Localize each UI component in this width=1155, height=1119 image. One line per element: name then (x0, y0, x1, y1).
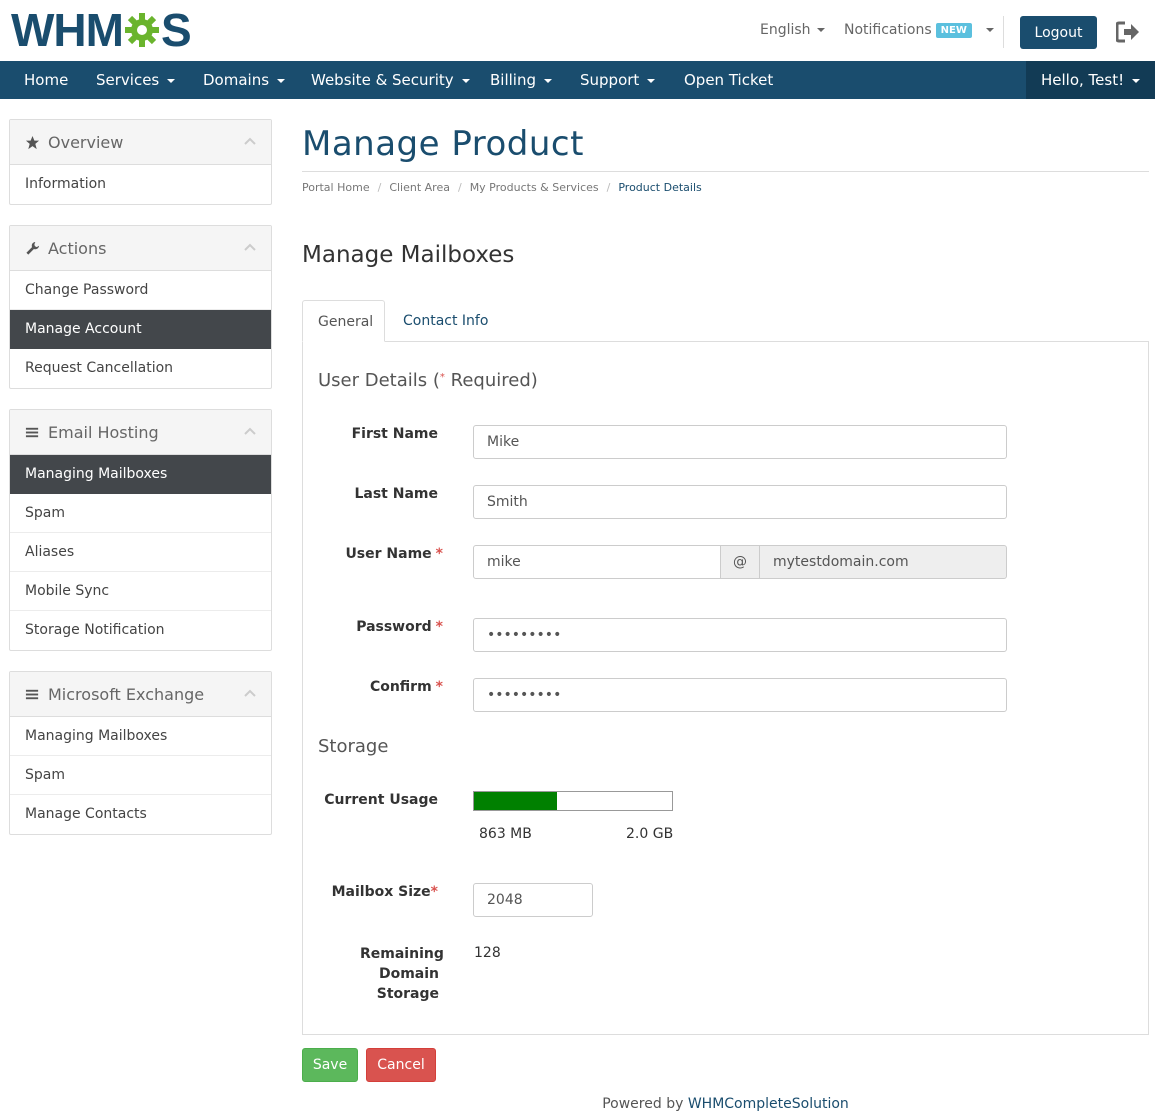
user-name-label: User Name * (345, 546, 443, 562)
last-name-label: Last Name (354, 486, 438, 502)
sidebar-item-storage-notification[interactable]: Storage Notification (10, 611, 271, 650)
star-icon (25, 135, 40, 150)
sidebar-item-request-cancellation[interactable]: Request Cancellation (10, 349, 271, 388)
current-usage-label: Current Usage (324, 792, 438, 808)
sidebar-item-aliases[interactable]: Aliases (10, 533, 271, 572)
notifications-dropdown[interactable]: Notifications NEW (844, 22, 994, 38)
logout-button[interactable]: Logout (1020, 16, 1097, 49)
chevron-up-icon[interactable] (244, 243, 256, 251)
whmcs-logo[interactable]: WHM S (11, 4, 192, 56)
title-divider (302, 171, 1149, 172)
nav-services[interactable]: Services (96, 61, 176, 99)
wrench-icon (26, 241, 40, 255)
breadcrumb: Portal Home / Client Area / My Products & Se… (302, 181, 702, 194)
page-title: Manage Product (302, 124, 584, 164)
language-dropdown[interactable]: English (760, 22, 825, 38)
footer: Powered by WHMCompleteSolution (602, 1096, 849, 1112)
storage-heading: Storage (318, 736, 389, 757)
top-header: WHM S English Notifications NEW Logout (0, 0, 1155, 61)
password-label: Password * (356, 619, 443, 635)
breadcrumb-product-details: Product Details (618, 181, 702, 194)
nav-website-security[interactable]: Website & Security (311, 61, 470, 99)
first-name-input[interactable] (473, 425, 1007, 459)
remaining-domain-storage-value: 128 (474, 945, 501, 961)
user-name-input[interactable] (473, 545, 721, 579)
first-name-label: First Name (351, 426, 438, 442)
chevron-down-icon (647, 78, 656, 83)
sidebar-item-spam[interactable]: Spam (10, 494, 271, 533)
bars-icon (25, 427, 39, 438)
sidebar-item-exchange-managing-mailboxes[interactable]: Managing Mailboxes (10, 717, 271, 756)
nav-support[interactable]: Support (580, 61, 656, 99)
confirm-label: Confirm * (369, 679, 443, 695)
sidebar-panel-microsoft-exchange: Microsoft Exchange Managing Mailboxes Sp… (9, 671, 272, 835)
chevron-down-icon (277, 78, 286, 83)
sidebar-item-information[interactable]: Information (10, 165, 271, 204)
chevron-down-icon (167, 78, 176, 83)
usage-total-label: 2.0 GB (626, 826, 674, 842)
cancel-button[interactable]: Cancel (366, 1048, 436, 1082)
nav-home[interactable]: Home (24, 61, 68, 99)
mailbox-size-input[interactable] (473, 883, 593, 917)
breadcrumb-client-area[interactable]: Client Area (389, 181, 450, 194)
nav-domains[interactable]: Domains (203, 61, 286, 99)
chevron-down-icon (1132, 78, 1141, 83)
at-sign-addon: @ (720, 545, 760, 579)
chevron-up-icon[interactable] (244, 427, 256, 435)
sidebar-item-manage-contacts[interactable]: Manage Contacts (10, 795, 271, 834)
nav-billing[interactable]: Billing (490, 61, 552, 99)
sidebar-item-mobile-sync[interactable]: Mobile Sync (10, 572, 271, 611)
tab-general[interactable]: General (302, 300, 385, 342)
footer-brand-link[interactable]: WHMCompleteSolution (688, 1096, 849, 1112)
save-button[interactable]: Save (302, 1048, 358, 1082)
gear-icon (124, 13, 159, 47)
confirm-password-input[interactable] (473, 678, 1007, 712)
storage-usage-bar (473, 791, 673, 811)
chevron-down-icon (544, 78, 552, 83)
nav-open-ticket[interactable]: Open Ticket (684, 61, 773, 99)
panel-header-actions[interactable]: Actions (10, 226, 271, 271)
usage-used-label: 863 MB (479, 826, 532, 842)
breadcrumb-portal-home[interactable]: Portal Home (302, 181, 370, 194)
panel-header-microsoft-exchange[interactable]: Microsoft Exchange (10, 672, 271, 717)
main-navbar: Home Services Domains Website & Security… (0, 61, 1155, 99)
sidebar-item-change-password[interactable]: Change Password (10, 271, 271, 310)
sidebar-item-manage-account[interactable]: Manage Account (10, 310, 271, 349)
tab-contact-info[interactable]: Contact Info (388, 300, 503, 342)
chevron-down-icon (985, 28, 994, 32)
chevron-up-icon[interactable] (244, 137, 256, 145)
new-badge: NEW (935, 23, 972, 38)
panel-header-email-hosting[interactable]: Email Hosting (10, 410, 271, 455)
chevron-down-icon (461, 78, 470, 83)
sidebar-panel-actions: Actions Change Password Manage Account R… (9, 225, 272, 389)
remaining-domain-storage-label: Remaining Domain Storage (360, 946, 444, 1002)
sidebar-item-exchange-spam[interactable]: Spam (10, 756, 271, 795)
user-details-heading: User Details (* Required) (318, 370, 538, 391)
sidebar-panel-email-hosting: Email Hosting Managing Mailboxes Spam Al… (9, 409, 272, 651)
domain-field: mytestdomain.com (759, 545, 1007, 579)
mailbox-size-label: Mailbox Size* (331, 884, 438, 900)
section-title: Manage Mailboxes (302, 242, 515, 268)
chevron-down-icon (816, 28, 825, 32)
sidebar-panel-overview: Overview Information (9, 119, 272, 205)
storage-usage-fill (474, 792, 558, 810)
header-divider (1003, 16, 1004, 48)
sidebar-item-managing-mailboxes[interactable]: Managing Mailboxes (10, 455, 271, 494)
panel-header-overview[interactable]: Overview (10, 120, 271, 165)
nav-user-menu[interactable]: Hello, Test! (1026, 61, 1155, 99)
bars-icon (25, 689, 39, 700)
password-input[interactable] (473, 618, 1007, 652)
last-name-input[interactable] (473, 485, 1007, 519)
breadcrumb-my-products[interactable]: My Products & Services (470, 181, 599, 194)
chevron-up-icon[interactable] (244, 689, 256, 697)
sign-out-icon[interactable] (1116, 21, 1140, 43)
